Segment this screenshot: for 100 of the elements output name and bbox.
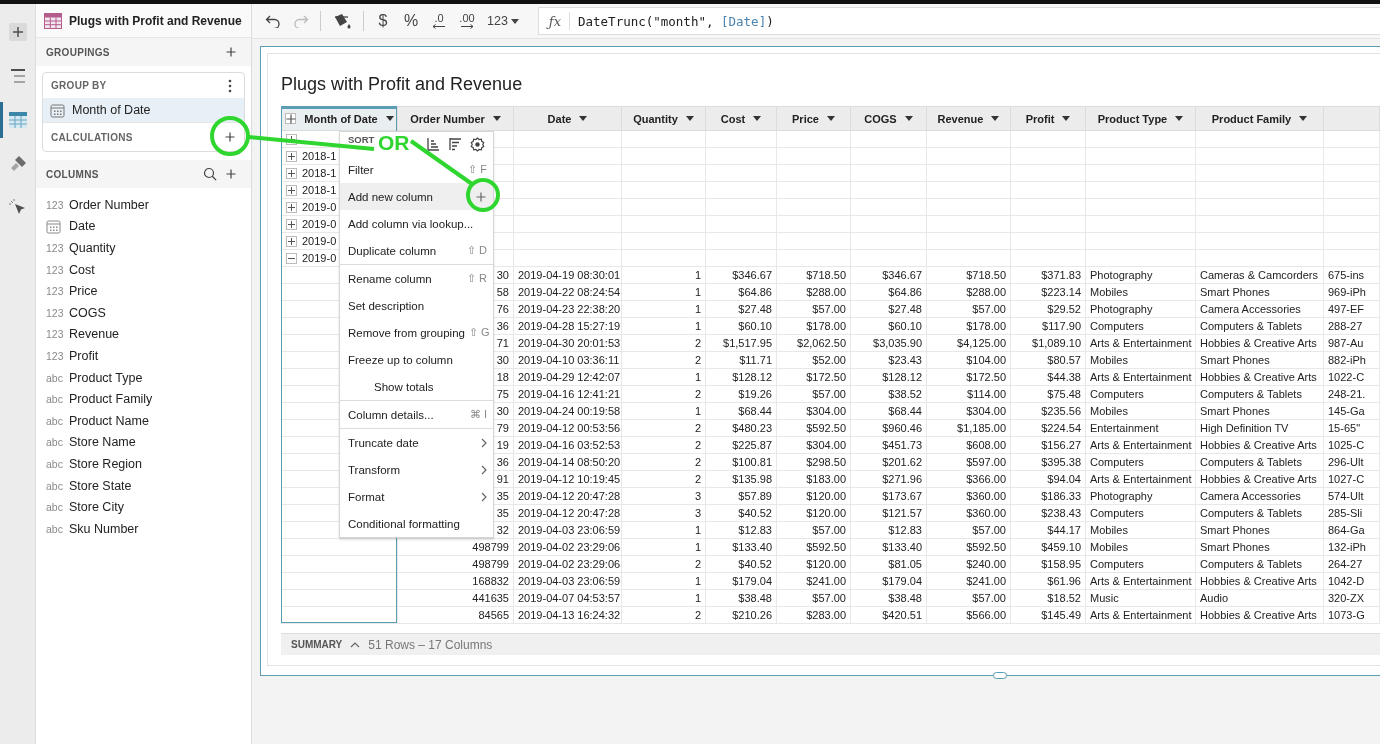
group-by-item[interactable]: Month of Date <box>43 98 244 122</box>
more-button[interactable] <box>228 78 232 93</box>
column-item[interactable]: Date <box>69 219 96 234</box>
table-cell: $52.00 <box>776 351 851 369</box>
column-header[interactable]: COGS <box>850 106 927 131</box>
group-label: 2019-0 <box>302 218 337 230</box>
menu-item[interactable]: Duplicate column ⇧ D <box>340 237 493 264</box>
resize-handle[interactable] <box>993 672 1007 679</box>
column-header[interactable]: Order Number <box>397 106 514 131</box>
column-header[interactable]: Date <box>513 106 622 131</box>
table-cell: Hobbies & Creative Arts <box>1195 606 1324 624</box>
column-header[interactable]: Cost <box>705 106 777 131</box>
paint-bucket-icon <box>332 12 352 30</box>
expand-button[interactable] <box>286 184 297 196</box>
table-cell: $133.40 <box>705 538 777 556</box>
column-header[interactable]: Profit <box>1010 106 1086 131</box>
table-cell: 1 <box>621 538 706 556</box>
sort-ascending-button[interactable] <box>426 137 440 151</box>
panel-title: Plugs with Profit and Revenue <box>69 13 242 28</box>
menu-item[interactable]: Filter ⇧ F <box>340 156 493 183</box>
column-header[interactable]: Product Type <box>1085 106 1196 131</box>
formula-bar[interactable]: ƒx DateTrunc("month", [Date]) <box>537 7 1380 35</box>
summary-label: SUMMARY <box>291 639 343 650</box>
column-header[interactable]: Product Family <box>1195 106 1324 131</box>
column-item[interactable]: Store Name <box>69 435 136 450</box>
collapse-summary-button[interactable] <box>350 641 361 648</box>
column-item[interactable]: Order Number <box>69 197 149 212</box>
column-item[interactable]: Store Region <box>69 456 142 471</box>
add-button[interactable] <box>225 46 237 58</box>
column-item[interactable]: Revenue <box>69 327 120 342</box>
expand-button[interactable] <box>286 218 297 230</box>
table-cell: 15-65" <box>1323 419 1380 437</box>
table-cell: Smart Phones <box>1195 351 1324 369</box>
table-cell: 1 <box>621 572 706 590</box>
table-cell: 574-Ult <box>1323 487 1380 505</box>
format-button[interactable]: $ <box>372 8 394 34</box>
calculations-label: CALCULATIONS <box>51 131 133 143</box>
table-cell: Arts & Entertainment <box>1085 470 1196 488</box>
column-header[interactable]: Quantity <box>621 106 706 131</box>
type-label: abc <box>46 436 62 449</box>
table-cell: Camera Accessories <box>1195 300 1324 318</box>
column-header[interactable]: Price <box>776 106 851 131</box>
collapse-button[interactable] <box>286 252 297 264</box>
format-button[interactable]: % <box>400 8 422 34</box>
column-item[interactable]: Cost <box>69 262 95 277</box>
group-label: 2019-0 <box>302 252 337 264</box>
table-cell: Photography <box>1085 487 1196 505</box>
settings-button[interactable] <box>470 136 485 152</box>
caret-icon <box>1062 116 1071 121</box>
plus-icon <box>225 168 237 180</box>
column-item[interactable]: Product Name <box>69 413 149 428</box>
type-label: abc <box>46 371 62 384</box>
expand-button[interactable] <box>286 201 297 213</box>
expand-button[interactable] <box>286 235 297 247</box>
column-item[interactable]: Quantity <box>69 241 116 255</box>
type-label: abc <box>46 501 62 514</box>
expand-button[interactable] <box>286 150 297 162</box>
column-item[interactable]: COGS <box>69 305 106 320</box>
table-cell: 1073-G <box>1323 606 1380 624</box>
table-cell: Hobbies & Creative Arts <box>1195 368 1324 386</box>
type-label: 123 <box>46 242 62 254</box>
column-header[interactable]: Month of Date <box>281 106 398 131</box>
sort-descending-button[interactable] <box>448 137 462 151</box>
type-label: abc <box>46 414 62 427</box>
column-header[interactable]: Revenue <box>926 106 1011 131</box>
column-item[interactable]: Product Type <box>69 370 143 385</box>
plus-icon <box>288 203 295 211</box>
column-item[interactable]: Product Family <box>69 392 153 407</box>
table-cell: $718.50 <box>776 266 851 284</box>
more-icon <box>228 78 232 93</box>
column-item[interactable]: Profit <box>69 348 99 363</box>
expand-button[interactable] <box>286 167 297 179</box>
table-cell: $12.83 <box>705 521 777 539</box>
caret-icon <box>685 116 694 121</box>
section-heading: GROUPINGS <box>46 46 110 58</box>
table-cell: Mobiles <box>1085 521 1196 539</box>
table-cell: $81.05 <box>850 555 927 573</box>
caret-icon <box>991 116 1000 121</box>
decrease-decimals-button[interactable]: .0 <box>428 8 450 34</box>
table-cell: $172.50 <box>926 368 1011 386</box>
group-label: 2018-1 <box>302 167 337 179</box>
table-cell: $121.57 <box>850 504 927 522</box>
column-item[interactable]: Sku Number <box>69 521 139 536</box>
add-button[interactable] <box>224 131 236 143</box>
increase-decimals-button[interactable]: .00 <box>456 8 478 34</box>
search-button[interactable] <box>203 167 217 181</box>
table-cell: Camera Accessories <box>1195 487 1324 505</box>
column-item[interactable]: Store State <box>69 478 132 493</box>
column-item[interactable]: Price <box>69 284 98 299</box>
menu-item[interactable]: Add column via lookup... <box>340 210 493 237</box>
number-format-dropdown[interactable]: 123 <box>484 8 522 34</box>
column-item[interactable]: Store City <box>69 500 124 515</box>
menu-item[interactable]: Add new column <box>340 183 493 210</box>
add-button[interactable] <box>225 168 237 180</box>
expand-button[interactable] <box>286 133 297 145</box>
table-cell: $201.62 <box>850 453 927 471</box>
redo-icon <box>293 14 309 28</box>
table-cell: $57.00 <box>776 385 851 403</box>
caret-icon <box>510 18 519 24</box>
menu-item[interactable]: Column details... ⌘ I <box>340 401 493 428</box>
